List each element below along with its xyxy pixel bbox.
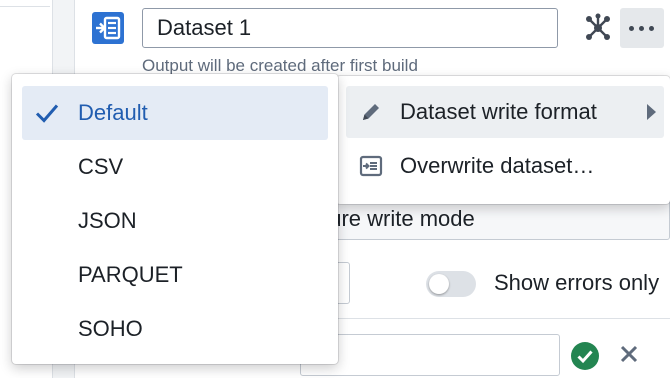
actions-menu: Dataset write format Overwrite dataset… <box>336 76 670 204</box>
background-text-field[interactable] <box>300 334 560 376</box>
format-option-label: JSON <box>78 208 137 233</box>
caret-right-icon <box>647 104 656 120</box>
cross-icon[interactable] <box>616 341 642 367</box>
dataset-output-icon <box>92 12 124 44</box>
menu-item-dataset-write-format[interactable]: Dataset write format <box>346 86 664 138</box>
menu-item-overwrite-dataset[interactable]: Overwrite dataset… <box>346 140 664 192</box>
dataset-helper-text: Output will be created after first build <box>142 56 418 75</box>
divider <box>300 318 670 319</box>
tick-circle-icon[interactable] <box>570 341 600 371</box>
toggle-knob <box>429 274 449 294</box>
show-errors-label: Show errors only <box>494 270 660 295</box>
format-option-label: Default <box>78 100 148 125</box>
lineage-graph-icon[interactable] <box>578 8 618 48</box>
sidebar-corner <box>0 0 50 7</box>
menu-item-label: Overwrite dataset… <box>400 153 595 178</box>
format-option-csv[interactable]: CSV <box>22 140 328 194</box>
format-option-label: PARQUET <box>78 262 183 287</box>
format-option-default[interactable]: Default <box>22 86 328 140</box>
write-format-submenu: Default CSV JSON PARQUET SOHO <box>12 74 338 364</box>
pencil-icon <box>363 104 379 120</box>
checkmark-icon <box>35 104 59 123</box>
format-option-label: CSV <box>78 154 124 179</box>
show-errors-toggle[interactable] <box>426 271 476 297</box>
format-option-label: SOHO <box>78 316 143 341</box>
more-horizontal-icon <box>629 26 634 31</box>
more-horizontal-icon-dot <box>649 26 654 31</box>
configure-write-mode-button[interactable]: gure write mode <box>300 198 670 240</box>
format-option-soho[interactable]: SOHO <box>22 302 328 356</box>
overwrite-dataset-icon <box>359 155 383 177</box>
format-option-parquet[interactable]: PARQUET <box>22 248 328 302</box>
dataset-name-input[interactable]: Dataset 1 <box>142 8 558 48</box>
menu-item-label: Dataset write format <box>400 99 597 124</box>
format-option-json[interactable]: JSON <box>22 194 328 248</box>
more-actions-button[interactable] <box>620 8 664 48</box>
more-horizontal-icon-dot <box>639 26 644 31</box>
